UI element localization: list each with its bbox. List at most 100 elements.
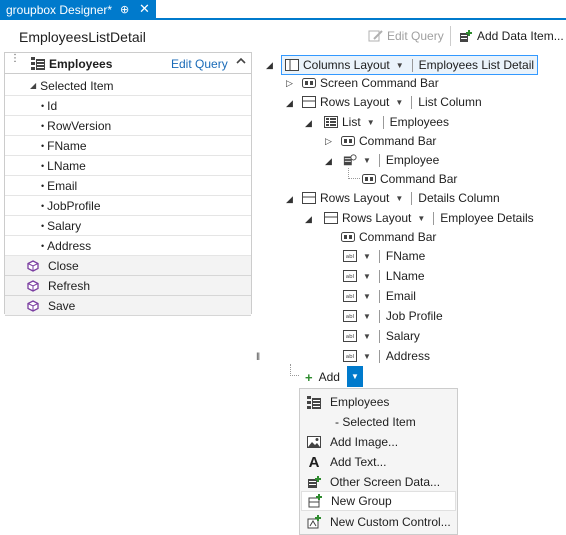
expanded-triangle-icon[interactable]: ◢ [305,214,312,225]
chevron-down-icon[interactable]: ▼ [367,118,375,127]
bullet: • [41,100,45,111]
drag-grip-icon[interactable]: ⋮ [10,54,20,70]
field-row[interactable]: • Salary [5,216,251,236]
menu-item-new-custom-control[interactable]: New Custom Control... [301,512,456,532]
employees-edit-query-link[interactable]: Edit Query [171,57,228,71]
edit-query-label: Edit Query [387,29,444,43]
field-label: Email [47,178,78,193]
tree-node-field[interactable]: abl ▼ FName [343,247,425,265]
add-button[interactable]: + Add [300,367,340,387]
add-data-item-icon [458,29,474,43]
tree-node-employee-details[interactable]: Rows Layout ▼ Employee Details [324,209,534,227]
chevron-down-icon[interactable]: ▼ [417,214,425,223]
command-row[interactable]: Refresh [5,276,251,296]
tree-node-field[interactable]: abl ▼ Job Profile [343,307,443,325]
tree-node-field[interactable]: abl ▼ Address [343,347,430,365]
employee-details-name: Employee Details [440,211,534,225]
columns-layout-icon [285,59,299,71]
pin-icon[interactable]: ⊕ [120,3,129,16]
edit-query-icon [368,29,384,43]
expanded-triangle-icon[interactable]: ◢ [286,194,293,205]
chevron-down-icon[interactable]: ▼ [395,98,403,107]
field-row[interactable]: • Email [5,176,251,196]
tree-node-employee-command-bar[interactable]: Command Bar [362,170,457,188]
edit-query-button[interactable]: Edit Query [368,27,444,45]
svg-text:abl: abl [346,334,355,340]
command-row[interactable]: Close [5,256,251,276]
collapsed-triangle-icon[interactable]: ▷ [286,78,293,89]
menu-item-add-text[interactable]: A Add Text... [301,452,456,472]
tree-node-list-command-bar[interactable]: Command Bar [341,132,436,150]
command-row[interactable]: Save [5,296,251,316]
document-tab-title: groupbox Designer* [6,3,113,17]
tree-connector-line [290,364,299,376]
field-label: LName [385,269,425,283]
field-label: JobProfile [47,198,101,213]
tree-node-screen-command-bar[interactable]: Screen Command Bar [302,74,439,92]
field-row[interactable]: • LName [5,156,251,176]
tree-node-employee[interactable]: ▼ Employee [343,151,439,169]
collapsed-triangle-icon[interactable]: ▷ [325,136,332,147]
tree-node-field[interactable]: abl ▼ LName [343,267,425,285]
close-icon[interactable]: ✕ [139,1,150,17]
field-row[interactable]: • RowVersion [5,116,251,136]
employee-label: Employee [385,153,440,167]
separator [382,115,384,129]
expanded-triangle-icon[interactable]: ◢ [325,156,332,167]
tree-node-details-command-bar[interactable]: Command Bar [341,228,436,246]
field-row[interactable]: • FName [5,136,251,156]
employees-collection-header[interactable]: ⋮ Employees Edit Query [4,52,252,74]
expanded-triangle-icon[interactable]: ◢ [30,81,36,90]
chevron-down-icon[interactable]: ▼ [363,156,371,165]
add-dropdown-menu: Employees - Selected Item Add Image... A… [299,388,458,535]
chevron-down-icon[interactable]: ▼ [363,332,371,341]
field-label: Id [47,98,58,113]
employee-command-bar-label: Command Bar [380,172,458,186]
tree-node-list-column[interactable]: Rows Layout ▼ List Column [302,93,482,111]
menu-item-label: Add Image... [330,435,399,449]
textbox-icon: abl [343,270,357,282]
separator [433,211,435,225]
svg-text:abl: abl [346,254,355,260]
textbox-icon: abl [343,250,357,262]
field-label: Address [47,238,92,253]
svg-text:abl: abl [346,314,355,320]
add-data-item-label: Add Data Item... [477,29,564,43]
menu-item-employees[interactable]: Employees [301,392,456,412]
menu-item-new-group[interactable]: New Group [301,491,456,511]
add-data-item-button[interactable]: Add Data Item... [458,27,564,45]
chevron-down-icon[interactable]: ▼ [363,292,371,301]
selected-item-row[interactable]: ◢ Selected Item [5,76,251,96]
splitter-handle[interactable]: ‖ [256,352,260,363]
rows-layout-icon [324,212,338,224]
chevron-up-icon[interactable] [235,55,247,70]
root-name: Employees List Detail [418,58,535,72]
email-icon: abl [343,290,357,302]
expanded-triangle-icon[interactable]: ◢ [266,60,273,71]
menu-item-add-image[interactable]: Add Image... [301,432,456,452]
chevron-down-icon[interactable]: ▼ [363,312,371,321]
tree-node-details-column[interactable]: Rows Layout ▼ Details Column [302,189,500,207]
menu-item-other-screen-data[interactable]: Other Screen Data... [301,472,456,492]
field-row[interactable]: • Id [5,96,251,116]
expanded-triangle-icon[interactable]: ◢ [286,98,293,109]
chevron-down-icon[interactable]: ▼ [363,272,371,281]
chevron-down-icon[interactable]: ▼ [396,61,404,70]
menu-item-selected-item[interactable]: - Selected Item [301,412,456,432]
field-row[interactable]: • Address [5,236,251,256]
tree-node-field[interactable]: abl ▼ Email [343,287,416,305]
chevron-down-icon[interactable]: ▼ [363,252,371,261]
menu-item-label: Employees [330,395,390,409]
tree-node-list-employees[interactable]: List ▼ Employees [324,113,449,131]
list-column-name: List Column [418,95,482,109]
separator [378,153,380,167]
add-dropdown-button[interactable]: ▼ [347,366,363,387]
chevron-down-icon[interactable]: ▼ [363,352,371,361]
expanded-triangle-icon[interactable]: ◢ [305,118,312,129]
tree-node-field[interactable]: abl ▼ Salary [343,327,420,345]
document-tab[interactable]: groupbox Designer* ⊕ ✕ [0,0,156,20]
list-control-label: List [342,115,361,129]
field-row[interactable]: • JobProfile [5,196,251,216]
chevron-down-icon[interactable]: ▼ [395,194,403,203]
tree-node-columns-layout[interactable]: Columns Layout ▼ Employees List Detail [281,55,539,75]
